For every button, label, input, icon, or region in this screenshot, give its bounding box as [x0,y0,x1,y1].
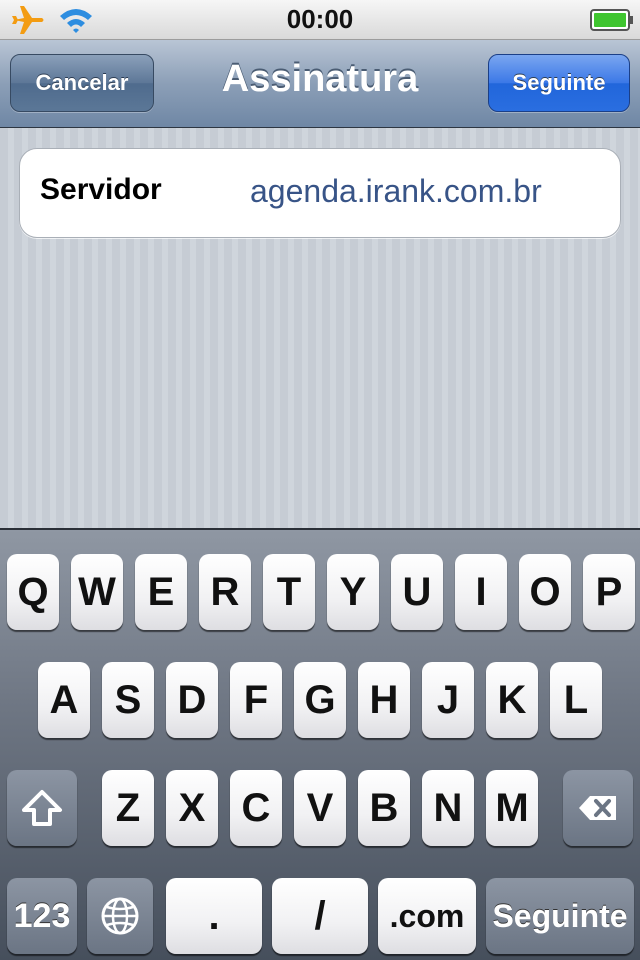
key-i[interactable]: I [455,554,507,630]
server-field-row[interactable]: Servidor agenda.irank.com.br [19,148,621,238]
keyboard: Q W E R T Y U I O P A S D F G H J K L Z … [0,528,640,960]
return-key[interactable]: Seguinte [486,878,634,954]
key-p[interactable]: P [583,554,635,630]
content-area: Servidor agenda.irank.com.br [0,128,640,530]
backspace-icon [579,796,616,820]
battery-icon [590,9,633,31]
key-c[interactable]: C [230,770,282,846]
key-d[interactable]: D [166,662,218,738]
key-k[interactable]: K [486,662,538,738]
key-v[interactable]: V [294,770,346,846]
status-bar: 00:00 [0,0,640,40]
server-field-input[interactable]: agenda.irank.com.br [250,173,542,210]
dot-key[interactable]: . [166,878,262,954]
server-field-label: Servidor [40,173,162,206]
slash-key[interactable]: / [272,878,368,954]
status-time: 00:00 [286,4,354,34]
key-o[interactable]: O [519,554,571,630]
key-z[interactable]: Z [102,770,154,846]
key-u[interactable]: U [391,554,443,630]
key-r[interactable]: R [199,554,251,630]
key-e[interactable]: E [135,554,187,630]
key-a[interactable]: A [38,662,90,738]
key-x[interactable]: X [166,770,218,846]
globe-key[interactable] [87,878,153,954]
key-j[interactable]: J [422,662,474,738]
key-t[interactable]: T [263,554,315,630]
dotcom-key[interactable]: .com [378,878,476,954]
key-m[interactable]: M [486,770,538,846]
key-l[interactable]: L [550,662,602,738]
key-g[interactable]: G [294,662,346,738]
shift-key[interactable] [7,770,77,846]
key-n[interactable]: N [422,770,474,846]
key-w[interactable]: W [71,554,123,630]
backspace-key[interactable] [563,770,633,846]
numbers-key[interactable]: 123 [7,878,77,954]
next-button[interactable]: Seguinte [488,54,630,112]
shift-icon [22,790,62,826]
key-b[interactable]: B [358,770,410,846]
globe-icon [101,897,139,935]
key-f[interactable]: F [230,662,282,738]
key-s[interactable]: S [102,662,154,738]
key-q[interactable]: Q [7,554,59,630]
key-h[interactable]: H [358,662,410,738]
key-y[interactable]: Y [327,554,379,630]
navigation-bar: Cancelar Assinatura Seguinte [0,40,640,128]
